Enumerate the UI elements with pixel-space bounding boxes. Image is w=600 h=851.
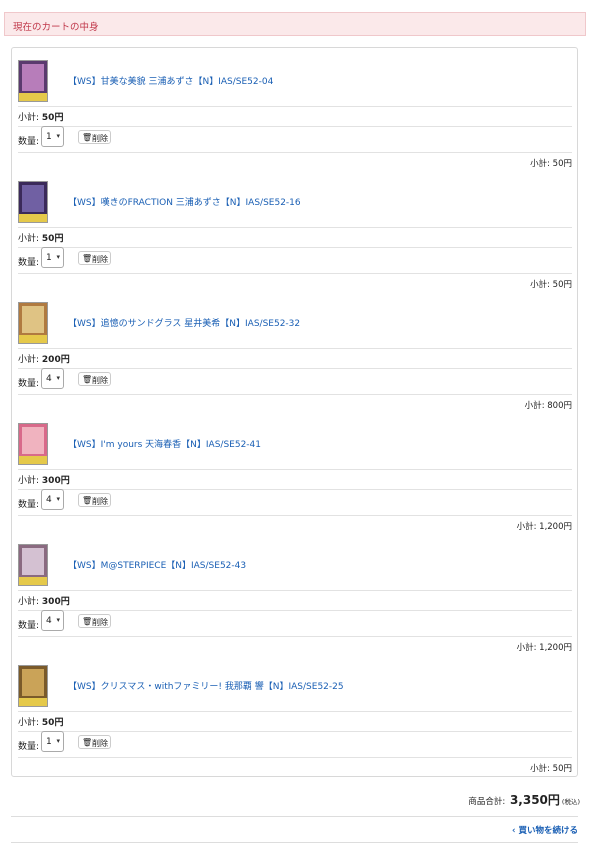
line-total: 小計: 1,200円: [516, 522, 572, 532]
unit-subtotal: 小計: 300円: [18, 597, 70, 607]
chevron-down-icon: ▾: [56, 374, 60, 382]
cart-total: 商品合計: 3,350円 (税込): [468, 791, 580, 808]
unit-subtotal: 小計: 300円: [18, 476, 70, 486]
product-link[interactable]: 【WS】嘆きのFRACTION 三浦あずさ【N】IAS/SE52-16: [68, 195, 301, 208]
cart-item: 【WS】M@STERPIECE【N】IAS/SE52-43 小計: 300円 数…: [18, 532, 572, 653]
trash-icon: 🗑: [82, 375, 93, 384]
quantity-select[interactable]: 4 ▾: [41, 489, 64, 510]
product-thumbnail[interactable]: [18, 544, 48, 586]
unit-subtotal: 小計: 50円: [18, 234, 64, 244]
line-total: 小計: 50円: [530, 764, 572, 774]
chevron-down-icon: ▾: [56, 495, 60, 503]
cart-item: 【WS】嘆きのFRACTION 三浦あずさ【N】IAS/SE52-16 小計: …: [18, 169, 572, 290]
quantity-select[interactable]: 4 ▾: [41, 368, 64, 389]
line-total: 小計: 50円: [530, 159, 572, 169]
line-total: 小計: 1,200円: [516, 643, 572, 653]
quantity-select[interactable]: 1 ▾: [41, 126, 64, 147]
chevron-left-icon: ‹: [512, 826, 516, 836]
divider: [11, 816, 578, 817]
quantity-label: 数量:: [18, 621, 40, 631]
delete-button[interactable]: 🗑 削除: [78, 130, 111, 144]
product-thumbnail[interactable]: [18, 423, 48, 465]
product-link[interactable]: 【WS】甘美な美貌 三浦あずさ【N】IAS/SE52-04: [68, 74, 273, 87]
trash-icon: 🗑: [82, 254, 93, 263]
product-thumbnail[interactable]: [18, 665, 48, 707]
delete-button[interactable]: 🗑 削除: [78, 251, 111, 265]
quantity-label: 数量:: [18, 742, 40, 752]
cart-item: 【WS】甘美な美貌 三浦あずさ【N】IAS/SE52-04 小計: 50円 数量…: [18, 48, 572, 169]
delete-button[interactable]: 🗑 削除: [78, 614, 111, 628]
product-link[interactable]: 【WS】M@STERPIECE【N】IAS/SE52-43: [68, 558, 246, 571]
quantity-select[interactable]: 1 ▾: [41, 731, 64, 752]
continue-shopping-link[interactable]: ‹ 買い物を続ける: [512, 824, 578, 836]
total-amount: 3,350円: [509, 793, 560, 807]
delete-button[interactable]: 🗑 削除: [78, 735, 111, 749]
unit-subtotal: 小計: 200円: [18, 355, 70, 365]
cart-header: 現在のカートの中身: [4, 12, 586, 36]
quantity-label: 数量:: [18, 500, 40, 510]
cart-item: 【WS】クリスマス・withファミリー! 我那覇 響【N】IAS/SE52-25…: [18, 653, 572, 774]
line-total: 小計: 800円: [524, 401, 572, 411]
chevron-down-icon: ▾: [56, 737, 60, 745]
delete-button[interactable]: 🗑 削除: [78, 493, 111, 507]
product-thumbnail[interactable]: [18, 181, 48, 223]
cart-item: 【WS】I'm yours 天海春香【N】IAS/SE52-41 小計: 300…: [18, 411, 572, 532]
cart-item: 【WS】追憶のサンドグラス 星井美希【N】IAS/SE52-32 小計: 200…: [18, 290, 572, 411]
chevron-down-icon: ▾: [56, 132, 60, 140]
quantity-select[interactable]: 1 ▾: [41, 247, 64, 268]
quantity-label: 数量:: [18, 137, 40, 147]
delete-button[interactable]: 🗑 削除: [78, 372, 111, 386]
product-thumbnail[interactable]: [18, 302, 48, 344]
product-link[interactable]: 【WS】I'm yours 天海春香【N】IAS/SE52-41: [68, 437, 261, 450]
total-label: 商品合計:: [468, 797, 506, 807]
trash-icon: 🗑: [82, 133, 93, 142]
trash-icon: 🗑: [82, 496, 93, 505]
quantity-label: 数量:: [18, 258, 40, 268]
divider: [11, 842, 578, 843]
tax-note: (税込): [561, 798, 580, 806]
line-total: 小計: 50円: [530, 280, 572, 290]
product-link[interactable]: 【WS】追憶のサンドグラス 星井美希【N】IAS/SE52-32: [68, 316, 300, 329]
trash-icon: 🗑: [82, 617, 93, 626]
quantity-label: 数量:: [18, 379, 40, 389]
unit-subtotal: 小計: 50円: [18, 718, 64, 728]
chevron-down-icon: ▾: [56, 616, 60, 624]
product-thumbnail[interactable]: [18, 60, 48, 102]
cart-list: 【WS】甘美な美貌 三浦あずさ【N】IAS/SE52-04 小計: 50円 数量…: [11, 47, 578, 777]
trash-icon: 🗑: [82, 738, 93, 747]
chevron-down-icon: ▾: [56, 253, 60, 261]
unit-subtotal: 小計: 50円: [18, 113, 64, 123]
quantity-select[interactable]: 4 ▾: [41, 610, 64, 631]
cart-title: 現在のカートの中身: [13, 22, 99, 33]
product-link[interactable]: 【WS】クリスマス・withファミリー! 我那覇 響【N】IAS/SE52-25: [68, 679, 344, 692]
